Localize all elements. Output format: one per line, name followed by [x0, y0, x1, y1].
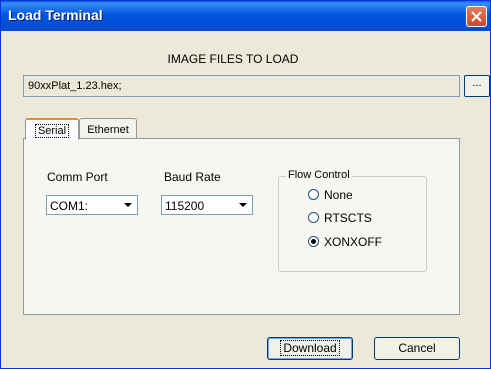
download-button-label: Download [280, 340, 340, 356]
flow-control-xonxoff-label: XONXOFF [324, 235, 383, 249]
browse-button[interactable]: ... [464, 75, 490, 97]
comm-port-select[interactable]: COM1: [46, 195, 138, 215]
tab-serial[interactable]: Serial [25, 118, 79, 140]
radio-icon [308, 212, 319, 223]
radio-selected-icon [308, 236, 319, 247]
radio-icon [308, 189, 319, 200]
cancel-button[interactable]: Cancel [374, 337, 460, 360]
file-path-field[interactable]: 90xxPlat_1.23.hex; [23, 75, 460, 97]
title-bar[interactable]: Load Terminal [1, 1, 490, 31]
baud-rate-value: 115200 [165, 199, 205, 213]
tab-ethernet[interactable]: Ethernet [79, 118, 137, 139]
flow-control-rtscts-label: RTSCTS [324, 211, 372, 225]
close-icon [471, 11, 482, 22]
image-files-heading: IMAGE FILES TO LOAD [167, 52, 299, 66]
tab-ethernet-label: Ethernet [87, 124, 129, 136]
close-button[interactable] [466, 6, 487, 27]
chevron-down-icon [239, 203, 247, 207]
flow-control-none-label: None [324, 188, 353, 202]
window-title: Load Terminal [8, 7, 103, 23]
flow-control-label: Flow Control [286, 169, 352, 181]
comm-port-label: Comm Port [47, 170, 108, 184]
comm-port-value: COM1: [50, 199, 89, 213]
baud-rate-label: Baud Rate [164, 170, 221, 184]
download-button[interactable]: Download [267, 337, 353, 360]
baud-rate-select[interactable]: 115200 [161, 195, 253, 215]
tab-serial-label: Serial [34, 124, 70, 138]
chevron-down-icon [124, 203, 132, 207]
cancel-button-label: Cancel [398, 341, 436, 355]
load-terminal-dialog: Load Terminal IMAGE FILES TO LOAD 90xxPl… [0, 0, 491, 369]
